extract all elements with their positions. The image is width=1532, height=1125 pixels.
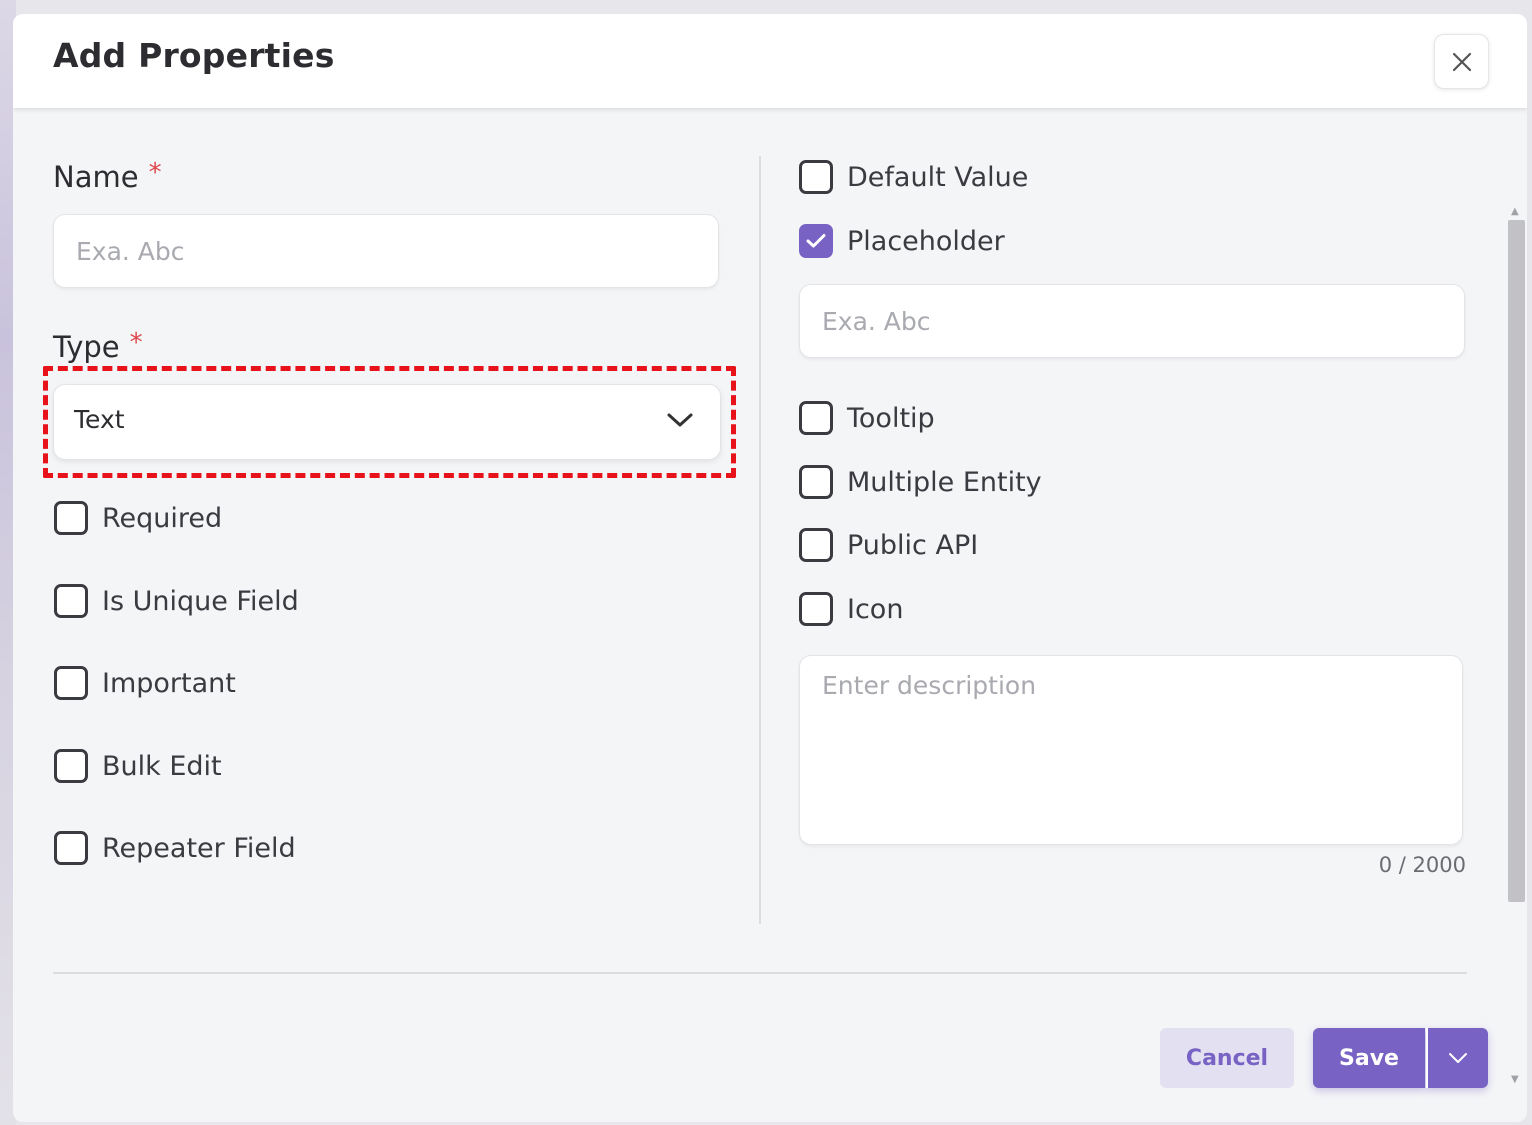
chevron-down-icon	[667, 413, 693, 427]
bulk-edit-checkbox[interactable]: Bulk Edit	[54, 749, 222, 783]
tooltip-checkbox[interactable]: Tooltip	[799, 401, 935, 435]
checkbox-label: Public API	[847, 529, 979, 561]
is-unique-field-checkbox[interactable]: Is Unique Field	[54, 584, 299, 618]
type-select-value: Text	[74, 405, 125, 434]
icon-checkbox[interactable]: Icon	[799, 592, 903, 626]
placeholder-input[interactable]	[799, 284, 1465, 358]
save-button[interactable]: Save	[1313, 1028, 1425, 1088]
dialog-body: Name* Type* Text Required Is Unique Fiel…	[13, 108, 1527, 1122]
checkbox-box	[799, 160, 833, 194]
column-divider	[759, 156, 761, 924]
cancel-button[interactable]: Cancel	[1160, 1028, 1294, 1088]
footer-divider	[53, 972, 1467, 974]
checkbox-box	[54, 666, 88, 700]
checkbox-box	[54, 501, 88, 535]
checkbox-box	[54, 584, 88, 618]
checkbox-label: Repeater Field	[102, 832, 296, 864]
name-label: Name *	[53, 158, 162, 194]
close-icon	[1452, 52, 1471, 71]
scroll-down-arrow-icon[interactable]: ▼	[1511, 1074, 1519, 1085]
checkbox-label: Bulk Edit	[102, 750, 222, 782]
scroll-up-arrow-icon[interactable]: ▲	[1511, 206, 1519, 217]
chevron-down-icon	[1449, 1053, 1467, 1063]
dialog-header: Add Properties	[13, 14, 1527, 108]
dialog-title: Add Properties	[53, 36, 335, 75]
checkbox-label: Multiple Entity	[847, 466, 1042, 498]
public-api-checkbox[interactable]: Public API	[799, 528, 978, 562]
checkbox-label: Required	[102, 502, 223, 534]
checkbox-label: Icon	[847, 593, 904, 625]
checkbox-box	[799, 401, 833, 435]
type-select[interactable]: Text	[53, 384, 721, 460]
add-properties-dialog: Add Properties Name* Type* Text Required	[13, 14, 1527, 1122]
checkmark-icon	[806, 234, 826, 248]
placeholder-checkbox[interactable]: Placeholder	[799, 224, 1005, 258]
checkbox-label: Default Value	[847, 161, 1029, 193]
checkbox-label: Tooltip	[847, 402, 935, 434]
scrollbar-thumb[interactable]	[1508, 220, 1525, 902]
description-char-counter: 0 / 2000	[1378, 853, 1466, 877]
checkbox-label: Is Unique Field	[102, 585, 299, 617]
save-options-button[interactable]	[1426, 1028, 1488, 1088]
default-value-checkbox[interactable]: Default Value	[799, 160, 1028, 194]
checkbox-box-checked	[799, 224, 833, 258]
checkbox-box	[799, 465, 833, 499]
type-label: Type *	[53, 328, 143, 364]
checkbox-box	[54, 749, 88, 783]
checkbox-box	[799, 528, 833, 562]
checkbox-box	[54, 831, 88, 865]
description-textarea[interactable]	[799, 655, 1463, 845]
required-checkbox[interactable]: Required	[54, 501, 222, 535]
name-input[interactable]	[53, 214, 719, 288]
close-button[interactable]	[1434, 34, 1489, 89]
checkbox-label: Placeholder	[847, 225, 1005, 257]
checkbox-box	[799, 592, 833, 626]
repeater-field-checkbox[interactable]: Repeater Field	[54, 831, 296, 865]
checkbox-label: Important	[102, 667, 236, 699]
multiple-entity-checkbox[interactable]: Multiple Entity	[799, 465, 1042, 499]
important-checkbox[interactable]: Important	[54, 666, 236, 700]
